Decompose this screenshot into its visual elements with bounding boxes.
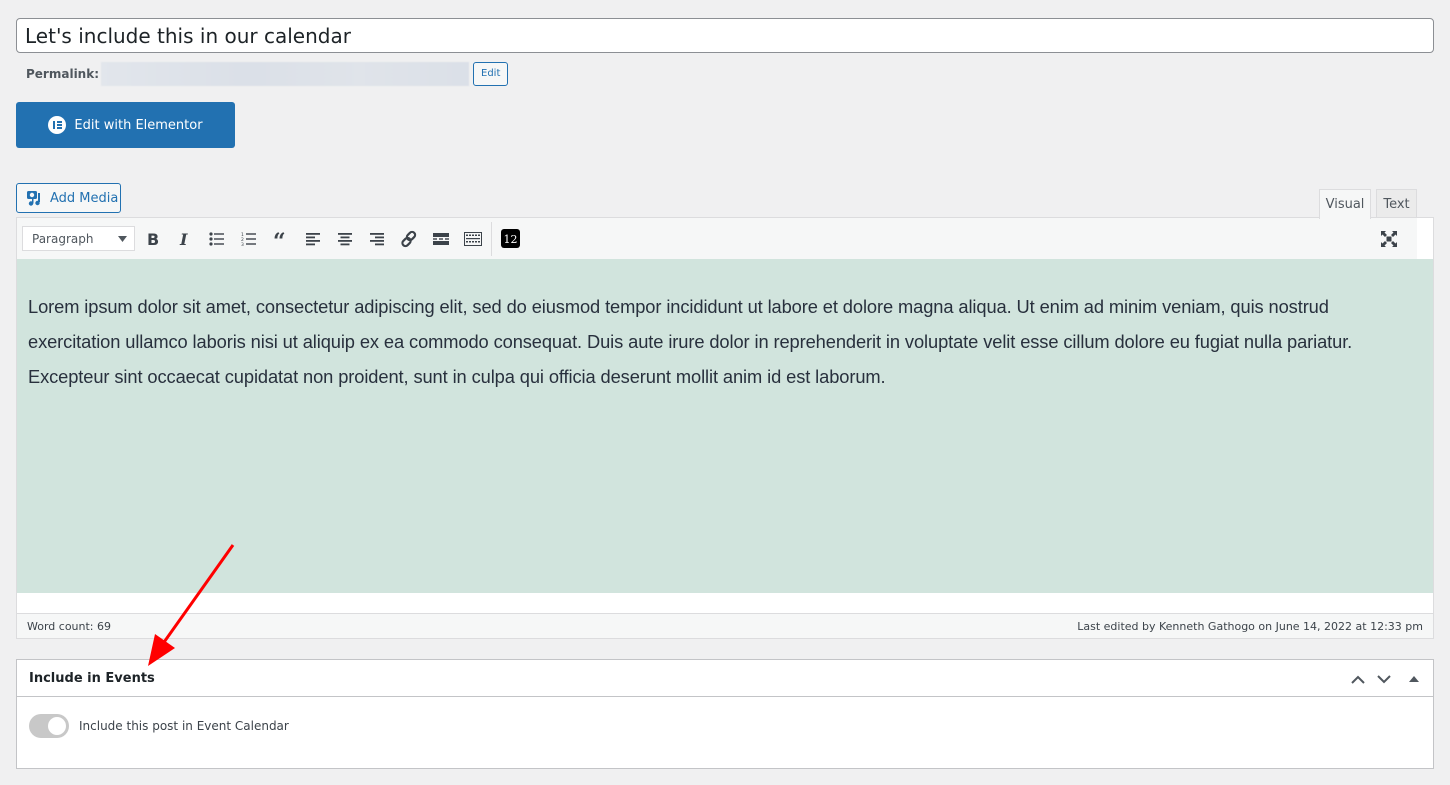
svg-text:B: B [147, 231, 159, 247]
editor: Paragraph B I 1 2 3 “ 12 Lorem ipsum dol… [16, 217, 1434, 639]
keyboard-icon [464, 231, 482, 246]
move-up-button[interactable] [1347, 668, 1369, 690]
tab-visual[interactable]: Visual [1319, 189, 1371, 219]
include-in-events-metabox: Include in Events Include this post in E… [16, 659, 1434, 769]
edit-with-elementor-button[interactable]: Edit with Elementor [16, 102, 235, 148]
insert-link-button[interactable] [393, 224, 425, 254]
link-icon [401, 230, 417, 247]
shortcode-button[interactable]: 12 [494, 224, 526, 254]
bulleted-list-icon [209, 231, 224, 246]
permalink-edit-button[interactable]: Edit [473, 62, 509, 86]
italic-button[interactable]: I [169, 224, 201, 254]
content-paragraph[interactable]: Lorem ipsum dolor sit amet, consectetur … [28, 289, 1422, 394]
toolbar-toggle-button[interactable] [457, 224, 489, 254]
collapse-toggle-button[interactable] [1403, 668, 1425, 690]
fullscreen-button[interactable] [1373, 224, 1405, 254]
permalink-label: Permalink: [26, 67, 100, 81]
metabox-header[interactable]: Include in Events [17, 660, 1433, 697]
chevron-up-icon [1351, 675, 1365, 684]
move-down-button[interactable] [1373, 668, 1395, 690]
triangle-up-icon [1409, 676, 1419, 682]
post-title-input[interactable] [16, 18, 1434, 53]
dropdown-arrow-icon [118, 235, 127, 242]
bold-button[interactable]: B [137, 224, 169, 254]
align-left-button[interactable] [297, 224, 329, 254]
paragraph-format-select[interactable]: Paragraph [22, 226, 135, 251]
bulleted-list-button[interactable] [201, 224, 233, 254]
numbered-list-button[interactable]: 1 2 3 [233, 224, 265, 254]
event-calendar-toggle[interactable] [29, 714, 69, 738]
numbered-list-icon: 1 2 3 [241, 232, 256, 246]
add-media-label: Add Media [50, 190, 119, 206]
blockquote-button[interactable]: “ [265, 224, 297, 254]
media-icon [27, 191, 40, 206]
svg-text:3: 3 [241, 242, 244, 246]
blockquote-icon: “ [273, 232, 286, 246]
word-count: Word count: 69 [27, 619, 112, 633]
editor-content-area[interactable]: Lorem ipsum dolor sit amet, consectetur … [17, 259, 1433, 593]
toggle-knob [48, 717, 66, 735]
edit-with-elementor-label: Edit with Elementor [74, 117, 203, 133]
align-center-button[interactable] [329, 224, 361, 254]
event-calendar-toggle-label: Include this post in Event Calendar [79, 719, 289, 733]
permalink-url-redacted[interactable] [101, 62, 470, 86]
tab-text[interactable]: Text [1376, 189, 1417, 218]
bold-icon: B [147, 231, 159, 247]
read-more-icon [433, 232, 449, 245]
chevron-down-icon [1377, 674, 1391, 683]
metabox-title: Include in Events [29, 670, 155, 686]
elementor-icon [48, 116, 67, 134]
svg-text:“: “ [273, 232, 286, 246]
metabox-body: Include this post in Event Calendar [17, 697, 1433, 738]
fullscreen-icon [1381, 231, 1397, 247]
toolbar-divider [491, 221, 492, 256]
editor-toolbar: Paragraph B I 1 2 3 “ 12 [17, 218, 1417, 259]
permalink-row: Permalink: Edit [26, 62, 509, 86]
last-edited-info: Last edited by Kenneth Gathogo on June 1… [1077, 619, 1423, 633]
align-right-icon [370, 232, 384, 245]
editor-status-bar: Word count: 69 Last edited by Kenneth Ga… [17, 613, 1433, 638]
align-right-button[interactable] [361, 224, 393, 254]
format-select-value: Paragraph [32, 231, 94, 246]
add-media-button[interactable]: Add Media [16, 183, 121, 213]
align-left-icon [306, 232, 320, 245]
read-more-button[interactable] [425, 224, 457, 254]
svg-text:12: 12 [503, 233, 517, 246]
svg-text:I: I [179, 231, 188, 247]
align-center-icon [338, 232, 352, 245]
italic-icon: I [179, 231, 188, 247]
shortcode-12-icon: 12 [500, 229, 520, 248]
